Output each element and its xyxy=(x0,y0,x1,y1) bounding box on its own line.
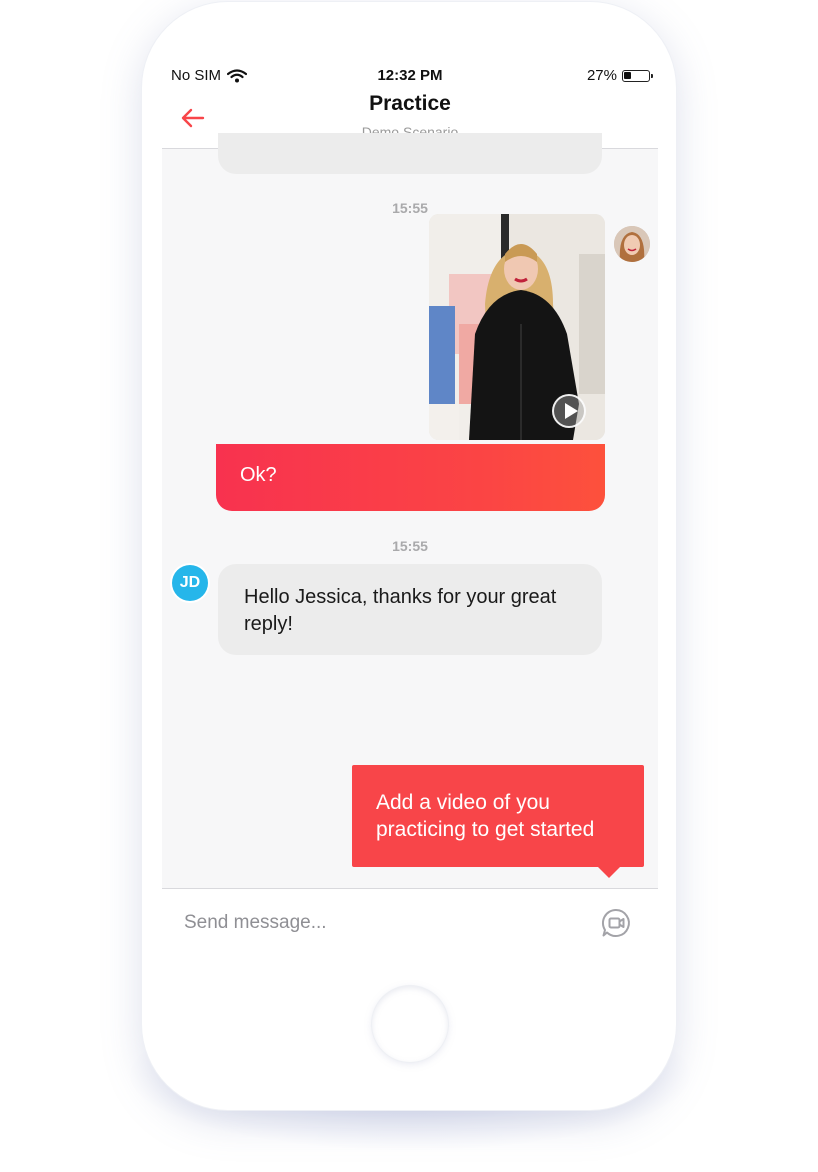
tooltip-text: Add a video of you practicing to get sta… xyxy=(376,791,595,841)
battery-percent: 27% xyxy=(586,67,617,84)
previous-message-bubble xyxy=(218,133,602,174)
outgoing-message-bubble: Ok? xyxy=(216,444,605,511)
onboarding-tooltip[interactable]: Add a video of you practicing to get sta… xyxy=(352,765,644,878)
avatar-photo-icon xyxy=(614,226,650,262)
app-screen: No SIM 12:32 PM 27% Practice Demo Scenar… xyxy=(162,58,658,958)
message-composer xyxy=(162,888,658,958)
message-input[interactable] xyxy=(182,907,576,939)
user-avatar xyxy=(614,226,650,262)
home-button[interactable] xyxy=(372,986,448,1062)
tooltip-arrow xyxy=(598,867,620,878)
play-icon[interactable] xyxy=(552,394,586,428)
message-timestamp: 15:55 xyxy=(392,538,428,554)
clock: 12:32 PM xyxy=(377,67,443,84)
page-title: Practice xyxy=(369,92,451,115)
video-attachment[interactable] xyxy=(429,214,605,440)
incoming-message-bubble: Hello Jessica, thanks for your great rep… xyxy=(218,564,602,655)
battery-icon xyxy=(622,69,653,82)
message-text: Ok? xyxy=(240,464,277,486)
video-message-icon[interactable] xyxy=(600,907,632,939)
message-text: Hello Jessica, thanks for your great rep… xyxy=(244,586,557,635)
sender-avatar: JD xyxy=(172,565,208,601)
